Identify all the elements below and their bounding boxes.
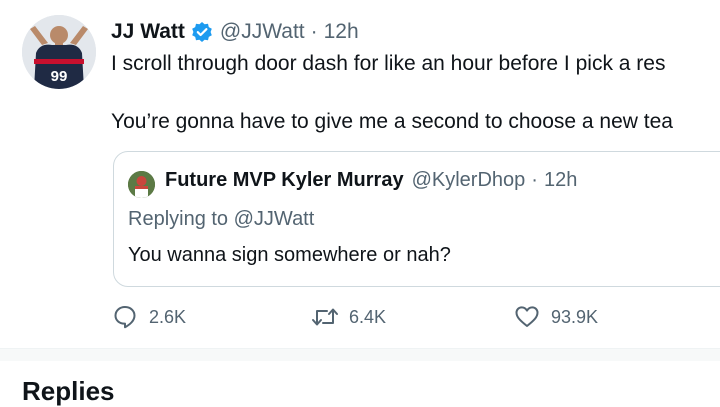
replying-to: Replying to @JJWatt — [128, 208, 314, 231]
jersey-number: 99 — [51, 68, 68, 85]
like-button[interactable]: 93.9K — [513, 301, 598, 333]
tweet-card[interactable]: 99 JJ Watt @JJWatt · 12h I scroll throug… — [0, 0, 720, 348]
quoted-author-avatar[interactable] — [128, 171, 155, 198]
tweet-actions: 2.6K 6.4K 93.9K — [111, 301, 711, 333]
reply-count: 2.6K — [149, 306, 187, 327]
tweet-header: JJ Watt @JJWatt · 12h — [111, 17, 359, 47]
retweet-icon — [311, 303, 339, 331]
quoted-tweet-time[interactable]: 12h — [544, 169, 577, 192]
retweet-count: 6.4K — [349, 306, 387, 327]
quoted-avatar-icon — [128, 171, 155, 198]
replying-to-mention[interactable]: @JJWatt — [234, 208, 315, 230]
author-name[interactable]: JJ Watt — [111, 20, 185, 44]
reply-button[interactable]: 2.6K — [111, 301, 186, 333]
quoted-tweet[interactable]: Future MVP Kyler Murray @KylerDhop · 12h… — [113, 151, 720, 287]
replying-to-prefix: Replying to — [128, 208, 229, 230]
author-avatar[interactable]: 99 — [22, 15, 96, 89]
tweet-time[interactable]: 12h — [324, 20, 359, 44]
quoted-tweet-text: You wanna sign somewhere or nah? — [128, 244, 451, 266]
tweet-text-line-1: I scroll through door dash for like an h… — [111, 52, 666, 75]
retweet-button[interactable]: 6.4K — [311, 301, 386, 333]
header-separator: · — [310, 20, 318, 43]
player-avatar-icon: 99 — [22, 15, 96, 89]
section-divider — [0, 348, 720, 361]
author-handle[interactable]: @JJWatt — [220, 20, 305, 44]
like-count: 93.9K — [551, 306, 599, 327]
replies-heading: Replies — [22, 376, 115, 406]
quoted-author-name[interactable]: Future MVP Kyler Murray — [165, 169, 404, 192]
quoted-tweet-header: Future MVP Kyler Murray @KylerDhop · 12h — [165, 169, 577, 192]
tweet-text-line-2: You’re gonna have to give me a second to… — [111, 110, 673, 133]
quoted-header-separator: · — [531, 169, 538, 191]
reply-icon — [111, 303, 139, 331]
heart-icon — [513, 303, 541, 331]
quoted-author-handle[interactable]: @KylerDhop — [412, 169, 526, 192]
verified-badge-icon — [191, 21, 213, 43]
